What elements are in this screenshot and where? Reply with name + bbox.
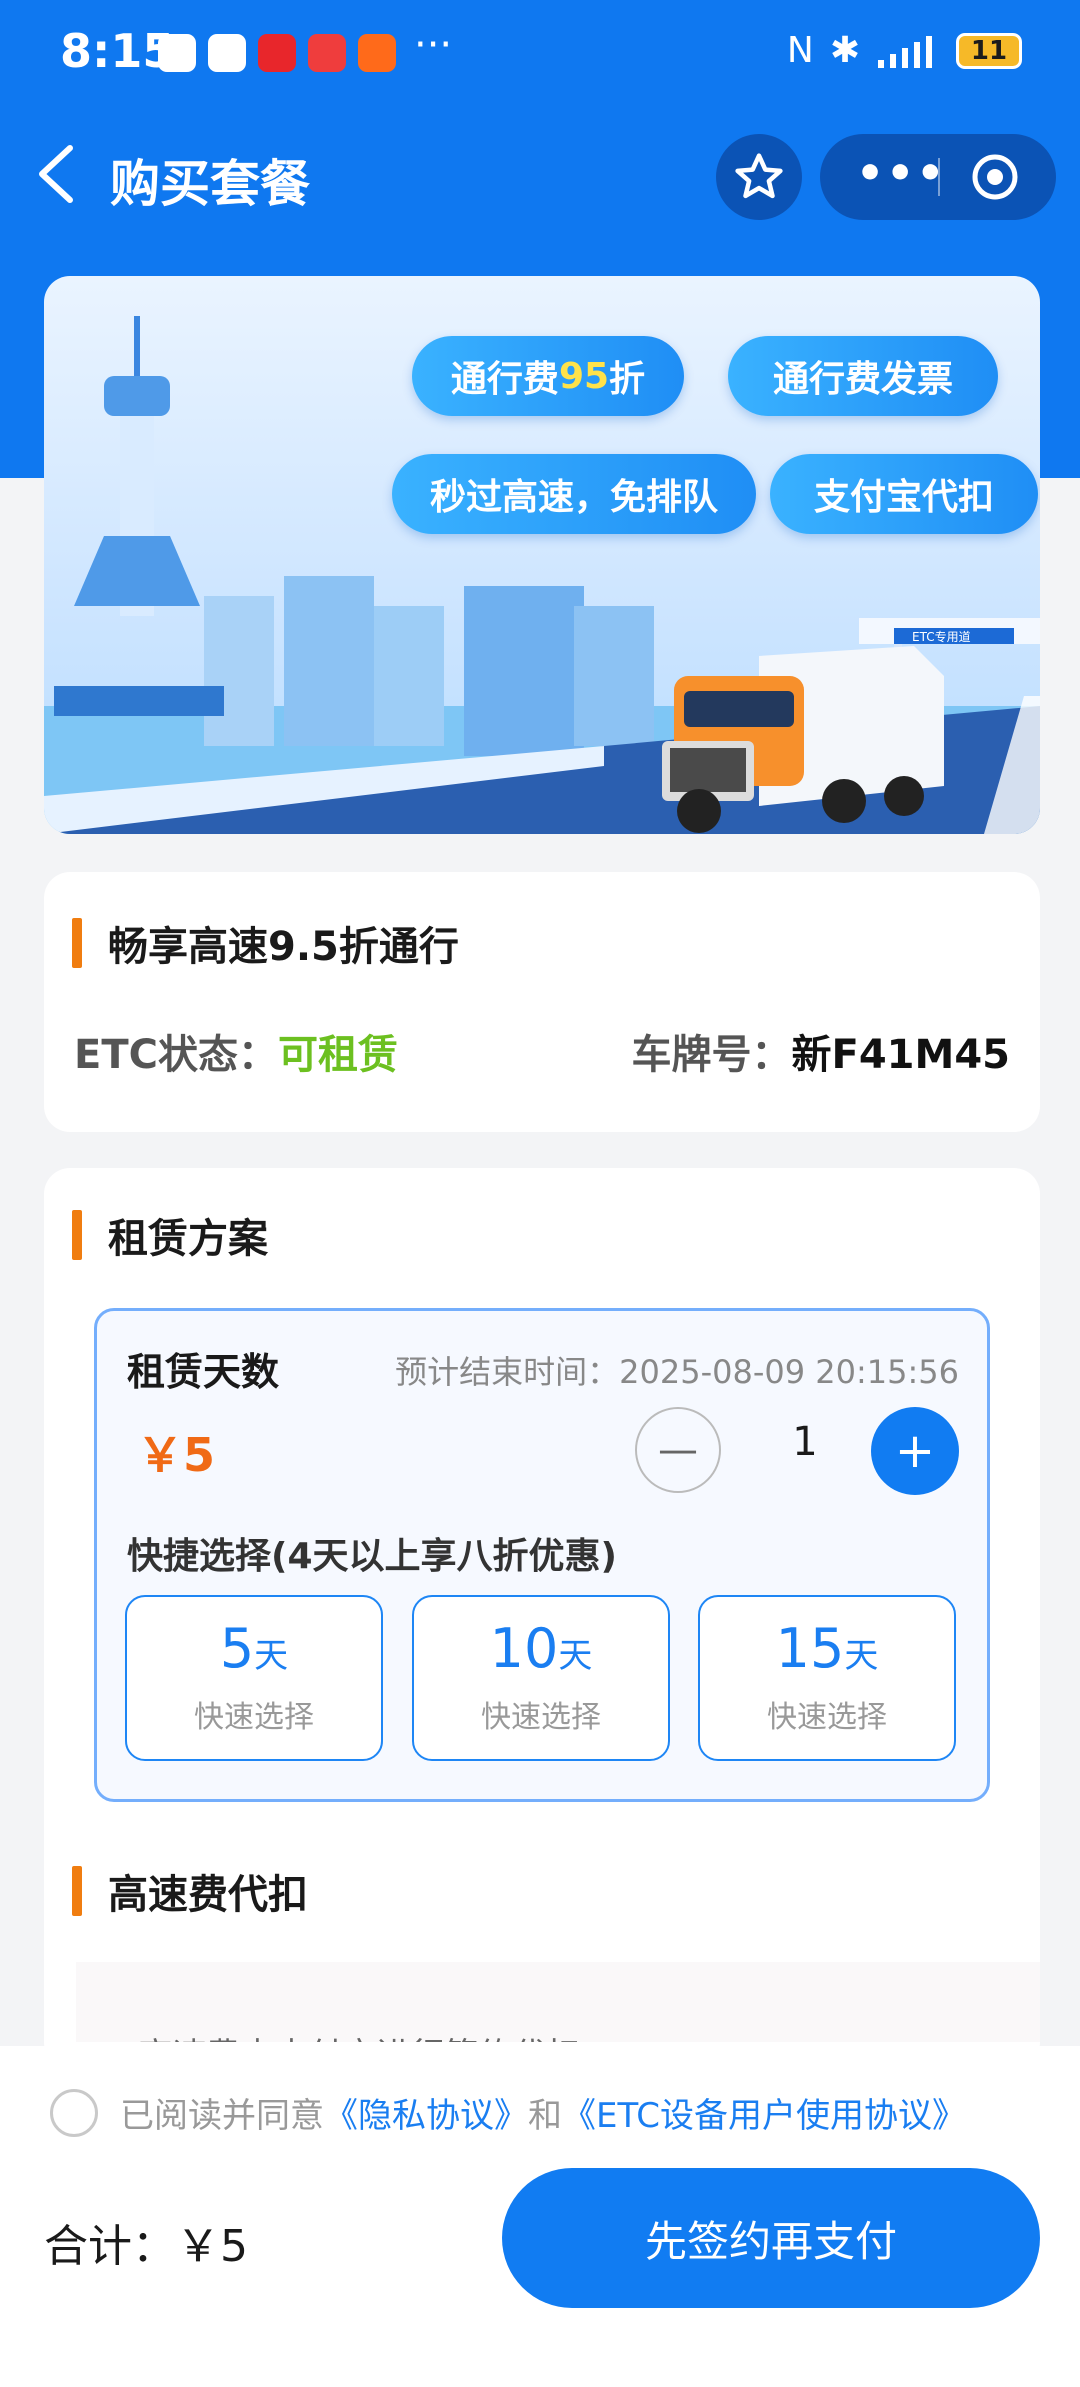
days-quantity: 1	[792, 1419, 818, 1465]
total-amount: 合计：￥5	[44, 2221, 248, 2272]
quick-option-15-days[interactable]: 15天 快速选择	[698, 1595, 956, 1761]
more-notifications-icon: ···	[414, 22, 453, 68]
quick-option-caption: 快速选择	[767, 1700, 887, 1735]
decrease-button[interactable]: —	[635, 1407, 721, 1493]
info-title: 畅享高速9.5折通行	[72, 914, 459, 972]
chevron-left-icon	[39, 145, 73, 203]
page-title: 购买套餐	[110, 155, 310, 213]
nfc-icon: N	[786, 30, 814, 71]
app-notification-icon	[308, 34, 346, 72]
info-title-text: 畅享高速9.5折通行	[108, 924, 459, 970]
favorite-button[interactable]	[716, 134, 802, 220]
privacy-policy-link[interactable]: 《隐私协议》	[324, 2088, 528, 2137]
plate-number: 车牌号：新F41M45	[632, 1022, 1010, 1080]
star-icon	[735, 153, 783, 199]
promo-pill-invoice: 通行费发票	[728, 336, 998, 416]
days-stepper: — 1 +	[635, 1407, 959, 1497]
app-notification-icon	[158, 34, 196, 72]
rental-plan-card: 租赁方案 租赁天数 预计结束时间：2025-08-09 20:15:56 ￥5 …	[44, 1168, 1040, 2068]
plate-value: 新F41M45	[791, 1032, 1010, 1078]
deduct-title: 高速费代扣	[72, 1862, 308, 1920]
plate-label: 车牌号：	[631, 1032, 792, 1078]
deduct-notice-text: 1.高速费由支付宝进行签约代扣	[106, 2028, 580, 2042]
quick-option-number: 15	[775, 1617, 845, 1680]
rental-title: 租赁方案	[72, 1206, 268, 1264]
bottom-action-bar: 已阅读并同意 《隐私协议》 和 《ETC设备用户使用协议》 合计：￥5 先签约再…	[0, 2046, 1080, 2387]
signal-icon	[878, 35, 932, 68]
agree-radio[interactable]	[50, 2088, 98, 2137]
app-notification-icon	[258, 34, 296, 72]
quick-option-number: 5	[219, 1617, 255, 1680]
miniapp-capsule: •••	[820, 134, 1056, 220]
app-notification-icon	[208, 34, 246, 72]
bluetooth-icon: ✱	[829, 30, 860, 71]
quick-option-caption: 快速选择	[194, 1700, 314, 1735]
quick-option-unit: 天	[844, 1636, 879, 1676]
sign-and-pay-button[interactable]: 先签约再支付	[502, 2168, 1040, 2308]
capsule-divider	[938, 158, 940, 196]
quick-option-caption: 快速选择	[481, 1700, 601, 1735]
agree-and-text: 和	[528, 2096, 562, 2136]
agreement-row: 已阅读并同意 《隐私协议》 和 《ETC设备用户使用协议》	[50, 2088, 966, 2137]
promo-banner: ETC专用道 通行费 95 折 通行费发票 秒过高速，免排队 支付宝代扣	[44, 276, 1040, 834]
promo-pill-fast-pass: 秒过高速，免排队	[392, 454, 756, 534]
quick-option-10-days[interactable]: 10天 快速选择	[412, 1595, 670, 1761]
quick-option-number: 10	[489, 1617, 559, 1680]
deduct-title-text: 高速费代扣	[108, 1872, 308, 1918]
pill-highlight: 95	[558, 355, 610, 397]
quick-option-unit: 天	[254, 1636, 289, 1676]
end-time: 预计结束时间：2025-08-09 20:15:56	[395, 1353, 959, 1391]
etc-status-value: 可租赁	[277, 1032, 398, 1078]
back-button[interactable]	[34, 142, 78, 210]
rental-days-box: 租赁天数 预计结束时间：2025-08-09 20:15:56 ￥5 — 1 +…	[94, 1308, 990, 1802]
pill-text: 折	[609, 359, 646, 400]
status-bar: 8:15 ··· N ✱ 11	[0, 0, 1080, 110]
quick-select-label: 快捷选择(4天以上享八折优惠)	[127, 1536, 617, 1577]
rental-price: ￥5	[137, 1428, 216, 1482]
quick-option-unit: 天	[558, 1636, 593, 1676]
etc-status-label: ETC状态：	[74, 1032, 278, 1078]
notification-icons	[158, 34, 396, 72]
target-icon	[972, 154, 1018, 200]
quick-option-5-days[interactable]: 5天 快速选择	[125, 1595, 383, 1761]
increase-button[interactable]: +	[871, 1407, 959, 1495]
etc-info-card: 畅享高速9.5折通行 ETC状态：可租赁 车牌号：新F41M45	[44, 872, 1040, 1132]
close-miniapp-button[interactable]	[970, 152, 1020, 206]
more-menu-button[interactable]: •••	[856, 148, 946, 199]
etc-agreement-link[interactable]: 《ETC设备用户使用协议》	[562, 2088, 966, 2137]
navigation-bar: 购买套餐 •••	[0, 120, 1080, 230]
rental-title-text: 租赁方案	[108, 1216, 268, 1262]
gate-sign-text: ETC专用道	[912, 629, 971, 644]
promo-pill-discount: 通行费 95 折	[412, 336, 684, 416]
etc-status: ETC状态：可租赁	[74, 1022, 398, 1080]
battery-icon: 11	[956, 32, 1022, 69]
pill-text: 通行费	[450, 359, 559, 400]
rental-days-label: 租赁天数	[127, 1350, 280, 1394]
promo-pill-alipay: 支付宝代扣	[770, 454, 1038, 534]
agree-text: 已阅读并同意	[120, 2096, 324, 2136]
status-indicators: N ✱ 11	[787, 30, 1022, 71]
app-notification-icon	[358, 34, 396, 72]
deduct-notice: 1.高速费由支付宝进行签约代扣	[76, 1962, 1040, 2042]
